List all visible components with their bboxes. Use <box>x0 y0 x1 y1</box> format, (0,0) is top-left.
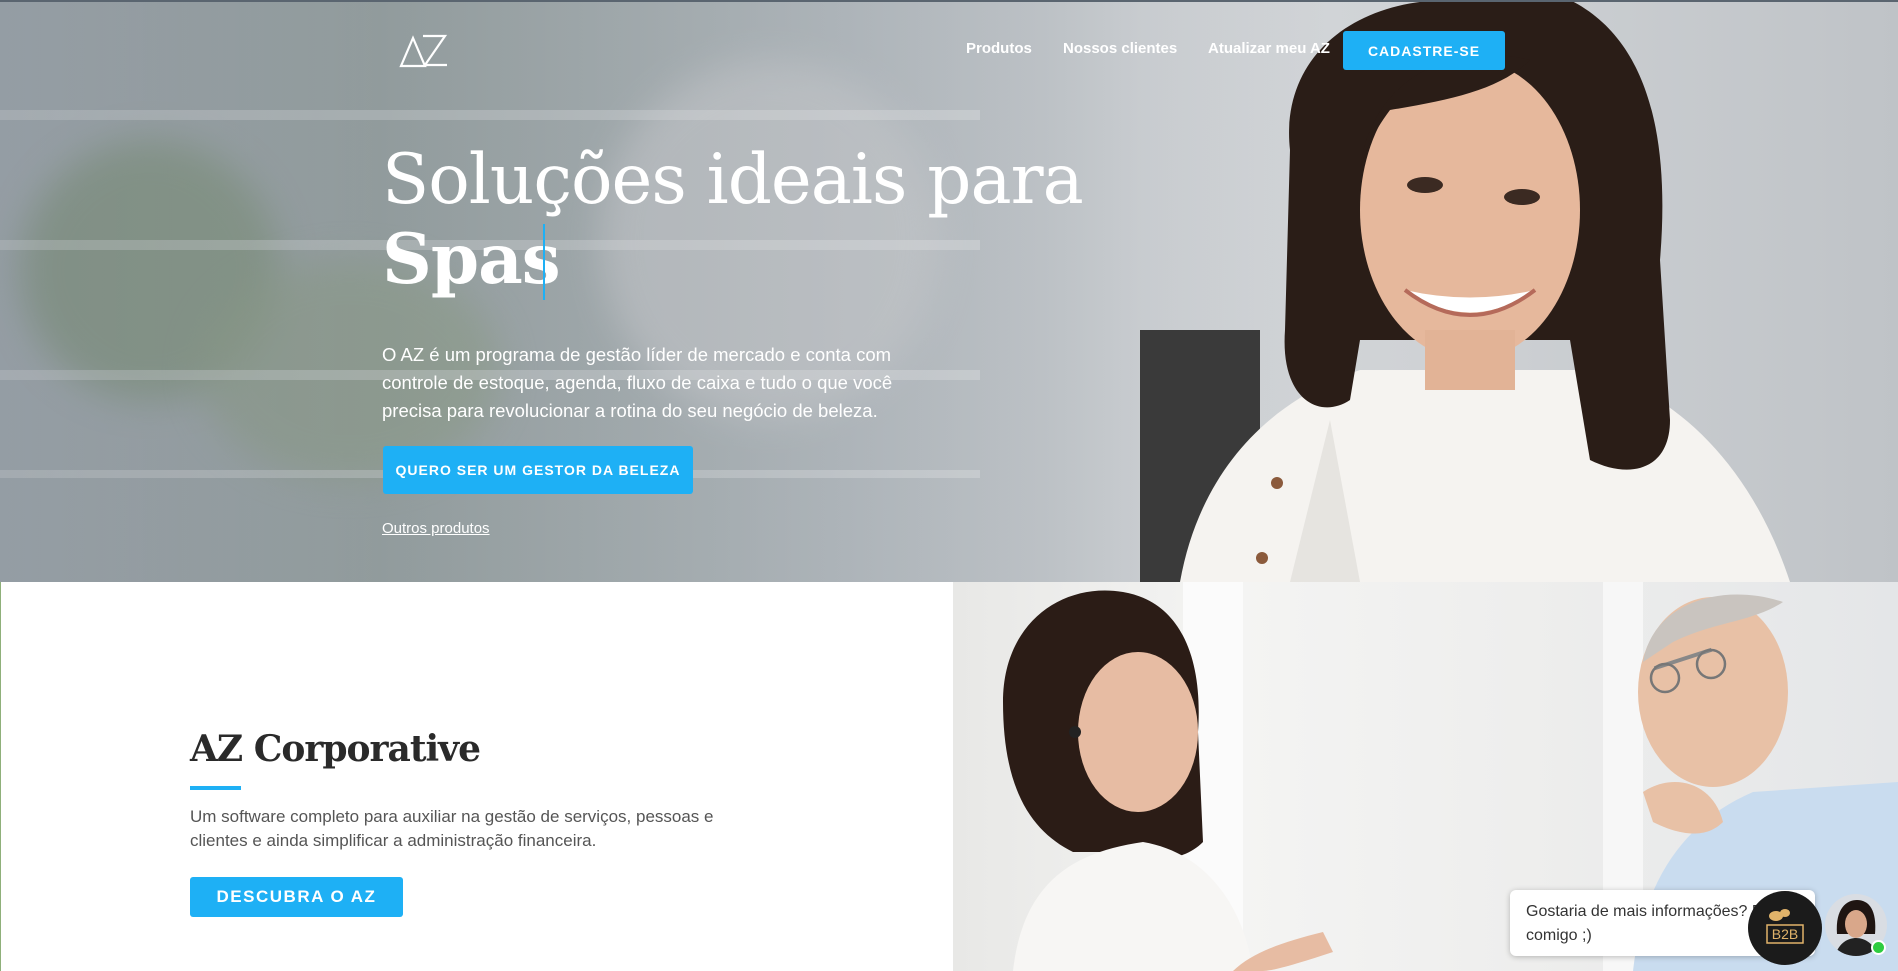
b2b-chat-icon: B2B <box>1766 909 1804 944</box>
signup-button[interactable]: CADASTRE-SE <box>1343 31 1505 70</box>
nav-nossos-clientes[interactable]: Nossos clientes <box>1063 40 1177 57</box>
nav-produtos[interactable]: Produtos <box>966 40 1032 57</box>
outros-produtos-link[interactable]: Outros produtos <box>382 520 490 537</box>
hero-title-line1: Soluções ideais para <box>382 140 1084 220</box>
hero-woman-photo <box>1140 0 1790 582</box>
online-status-indicator <box>1871 940 1886 955</box>
descubra-az-button[interactable]: DESCUBRA O AZ <box>190 877 403 917</box>
hero-title-line2: Spas <box>382 219 561 300</box>
typing-caret <box>543 224 545 300</box>
az-logo[interactable] <box>399 30 449 70</box>
b2b-badge-text: B2B <box>1772 926 1798 942</box>
corporate-title: AZ Corporative <box>190 728 481 770</box>
nav-atualizar-meu-az[interactable]: Atualizar meu AZ <box>1208 40 1330 57</box>
corporate-description: Um software completo para auxiliar na ge… <box>190 807 714 850</box>
page: Produtos Nossos clientes Atualizar meu A… <box>0 0 1898 971</box>
b2b-chat-badge[interactable]: B2B <box>1748 891 1822 965</box>
hero-section <box>0 0 1898 582</box>
corporate-section <box>0 582 953 971</box>
top-border <box>0 0 1898 2</box>
gestor-da-beleza-button[interactable]: QUERO SER UM GESTOR DA BELEZA <box>383 446 693 494</box>
hero-description: O AZ é um programa de gestão líder de me… <box>382 344 893 421</box>
title-underline <box>190 786 241 790</box>
